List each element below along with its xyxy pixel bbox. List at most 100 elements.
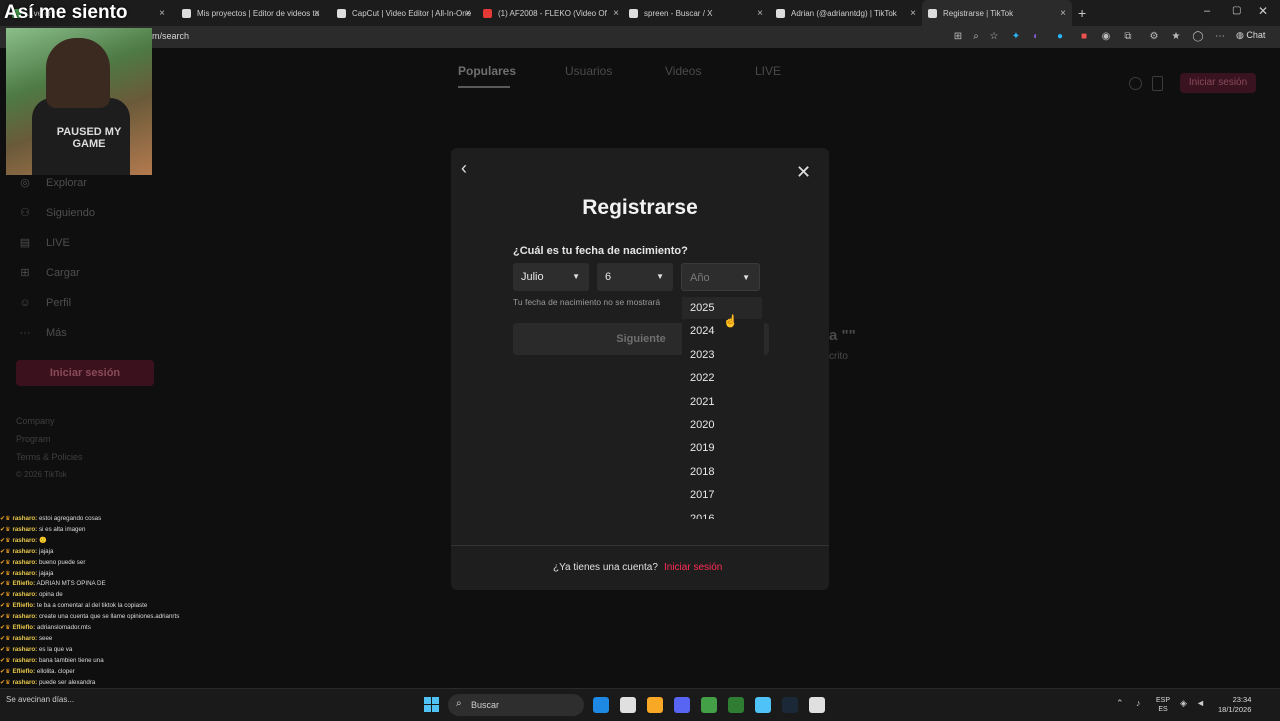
device-icon[interactable] bbox=[1152, 76, 1163, 91]
zoom-icon[interactable]: ⌕ bbox=[970, 31, 982, 43]
extension-icon[interactable]: ✦ bbox=[1010, 31, 1022, 43]
favorites-icon[interactable]: ★ bbox=[1170, 31, 1182, 43]
apps-icon[interactable]: ⊞ bbox=[952, 31, 964, 43]
terminal-icon[interactable] bbox=[728, 697, 744, 713]
maximize-button[interactable]: ▢ bbox=[1232, 5, 1241, 16]
chat-username: rasharo: bbox=[12, 634, 38, 642]
chat-badges-icon: ✔♛ bbox=[0, 656, 13, 664]
browser-tab[interactable]: (1) AF2008 - FLEKO (Video Of × bbox=[477, 0, 625, 26]
back-arrow-icon[interactable]: ‹ bbox=[461, 158, 467, 179]
year-option[interactable]: 2016 bbox=[690, 513, 714, 519]
browser-tab[interactable]: Adrian (@adrianntdg) | TikTok × bbox=[770, 0, 922, 26]
sidebar-item-label: LIVE bbox=[46, 237, 70, 249]
extensions-puzzle-icon[interactable]: ⧉ bbox=[1122, 31, 1134, 43]
favorite-star-icon[interactable]: ☆ bbox=[988, 31, 1000, 43]
new-tab-button[interactable]: + bbox=[1078, 5, 1086, 21]
discord-icon[interactable] bbox=[674, 697, 690, 713]
chat-badges-icon: ✔♛ bbox=[0, 678, 13, 686]
year-option[interactable]: 2021 bbox=[690, 396, 714, 408]
chrome-icon[interactable] bbox=[701, 697, 717, 713]
sidebar-item[interactable]: ☺ Perfil bbox=[18, 296, 71, 310]
edge-icon[interactable] bbox=[593, 697, 609, 713]
year-dropdown-list[interactable]: 2025 2024 2023 2022 2021 2020 2019 2018 2017 2016 bbox=[682, 297, 764, 519]
tab-close-icon[interactable]: × bbox=[613, 8, 619, 19]
help-icon[interactable] bbox=[1129, 77, 1142, 90]
taskbar-search[interactable] bbox=[448, 694, 584, 716]
browser-tab[interactable]: spreen - Buscar / X × bbox=[623, 0, 769, 26]
tab-close-icon[interactable]: × bbox=[465, 8, 471, 19]
notepad-icon[interactable] bbox=[755, 697, 771, 713]
profile-avatar-icon[interactable]: ◯ bbox=[1192, 31, 1204, 43]
footer-link[interactable]: Terms & Policies bbox=[16, 452, 83, 462]
close-icon[interactable]: ✕ bbox=[796, 162, 811, 183]
steam-icon[interactable] bbox=[782, 697, 798, 713]
menu-icon[interactable]: ⋯ bbox=[1214, 31, 1226, 43]
tab-close-icon[interactable]: × bbox=[757, 8, 763, 19]
tray-chevron-icon[interactable]: ⌃ bbox=[1116, 698, 1124, 709]
chat-text: estoi agregando cosas bbox=[38, 515, 102, 522]
network-icon[interactable]: ◈ bbox=[1180, 698, 1187, 709]
extension-icon[interactable]: ■ bbox=[1078, 31, 1090, 43]
year-option[interactable]: 2023 bbox=[690, 349, 714, 361]
chat-badges-icon: ✔♛ bbox=[0, 624, 13, 632]
minimize-button[interactable]: – bbox=[1204, 5, 1210, 17]
microphone-icon[interactable]: ♪ bbox=[1136, 698, 1141, 708]
folder-icon[interactable] bbox=[647, 697, 663, 713]
footer-link[interactable]: Program bbox=[16, 434, 51, 444]
language-indicator[interactable]: ESP ES bbox=[1156, 696, 1170, 714]
sidebar-item[interactable]: ▤ LIVE bbox=[18, 236, 70, 250]
sidebar-item[interactable]: ◎ Explorar bbox=[18, 176, 87, 190]
clock[interactable]: 23:34 18/1/2026 bbox=[1218, 695, 1251, 715]
year-select[interactable]: Año ▼ bbox=[681, 263, 760, 291]
store-icon[interactable] bbox=[620, 697, 636, 713]
extension-icon[interactable]: ◉ bbox=[1100, 31, 1112, 43]
year-option[interactable]: 2019 bbox=[690, 442, 714, 454]
volume-icon[interactable]: ◄ bbox=[1196, 698, 1205, 708]
nav-tab-live[interactable]: LIVE bbox=[755, 64, 781, 78]
year-option[interactable]: 2022 bbox=[690, 372, 714, 384]
nav-tab-usuarios[interactable]: Usuarios bbox=[565, 64, 612, 78]
top-login-button[interactable]: Iniciar sesión bbox=[1180, 73, 1256, 93]
year-option[interactable]: 2024 bbox=[690, 325, 714, 337]
year-option[interactable]: 2020 bbox=[690, 419, 714, 431]
month-select[interactable]: Julio ▼ bbox=[513, 263, 589, 291]
tab-close-icon[interactable]: × bbox=[1060, 8, 1066, 19]
chat-text: te ba a comentar al del tiktok la copias… bbox=[36, 602, 148, 610]
sidebar-item[interactable]: ⚇ Siguiendo bbox=[18, 206, 95, 220]
sidebar-login-button[interactable]: Iniciar sesión bbox=[16, 360, 154, 386]
extension-icon[interactable]: ● bbox=[1054, 31, 1066, 43]
weather-widget[interactable]: Se avecinan días... bbox=[6, 695, 74, 704]
chat-username: rasharo: bbox=[12, 656, 38, 664]
settings-icon[interactable]: ⚙ bbox=[1148, 31, 1160, 43]
chat-badges-icon: ✔♛ bbox=[0, 547, 13, 555]
obs-icon[interactable] bbox=[809, 697, 825, 713]
nav-tab-videos[interactable]: Videos bbox=[665, 64, 701, 78]
year-option[interactable]: 2018 bbox=[690, 466, 714, 478]
day-select[interactable]: 6 ▼ bbox=[597, 263, 673, 291]
sidebar-item[interactable]: ··· Más bbox=[18, 326, 67, 340]
tab-close-icon[interactable]: × bbox=[910, 8, 916, 19]
extension-icon[interactable]: ◐ bbox=[1030, 31, 1042, 43]
url-text[interactable]: m/search bbox=[152, 31, 189, 41]
window-close-button[interactable]: ✕ bbox=[1258, 4, 1268, 18]
copilot-chat-button[interactable]: ◍ Chat bbox=[1236, 30, 1265, 41]
chat-username: rasharo: bbox=[12, 645, 38, 653]
footer-link[interactable]: Company bbox=[16, 416, 55, 426]
login-link[interactable]: Iniciar sesión bbox=[664, 562, 722, 573]
chat-text: jajaja bbox=[38, 547, 54, 555]
windows-start-icon[interactable] bbox=[424, 697, 440, 713]
tab-close-icon[interactable]: × bbox=[314, 8, 320, 19]
tab-close-icon[interactable]: × bbox=[159, 8, 165, 19]
sidebar-item[interactable]: ⊞ Cargar bbox=[18, 266, 79, 280]
browser-tab[interactable]: Mis proyectos | Editor de videos ta × bbox=[176, 0, 326, 26]
year-option[interactable]: 2025 bbox=[690, 302, 714, 314]
compass-icon: ◎ bbox=[20, 177, 30, 189]
chat-badges-icon: ✔♛ bbox=[0, 591, 13, 599]
chat-message: ✔♛ rasharo: seee bbox=[0, 634, 300, 645]
browser-tab[interactable]: Registrarse | TikTok × bbox=[922, 0, 1072, 26]
year-option[interactable]: 2017 bbox=[690, 489, 714, 501]
browser-tab[interactable]: CapCut | Video Editor | All-In-One × bbox=[331, 0, 477, 26]
nav-tab-populares[interactable]: Populares bbox=[458, 64, 516, 78]
tab-favicon-icon bbox=[337, 8, 346, 18]
chat-username: rasharo: bbox=[12, 525, 38, 533]
